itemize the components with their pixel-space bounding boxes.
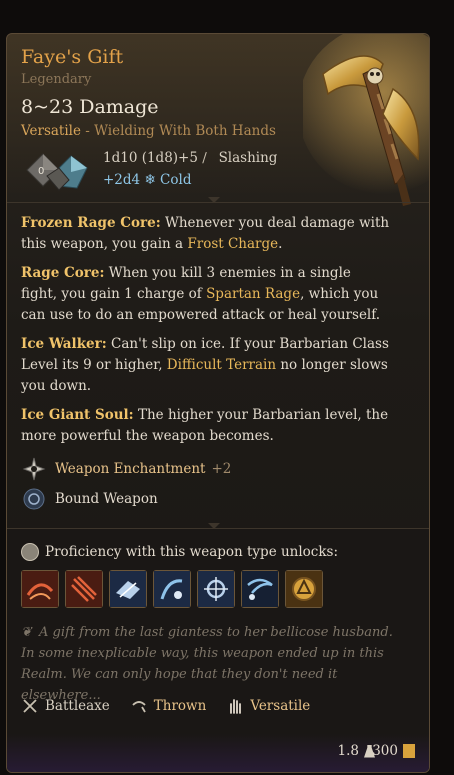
weapon-properties: Battleaxe Thrown Versatile — [21, 697, 310, 715]
versatile-detail: - Wielding With Both Hands — [85, 123, 276, 139]
bound-weapon-icon — [23, 488, 45, 510]
passive-highlight[interactable]: Spartan Rage — [206, 286, 300, 302]
versatile-label: Versatile — [21, 123, 81, 139]
bound-weapon-label: Bound Weapon — [55, 491, 158, 507]
weapon-enchantment-icon — [22, 457, 46, 481]
flavor-text-block: ❦ A gift from the last giantess to her be… — [21, 622, 401, 706]
passive-rage-core: Rage Core: When you kill 3 enemies in a … — [21, 263, 391, 326]
bound-weapon-row[interactable]: Bound Weapon — [21, 486, 158, 512]
cleave-skill-icon[interactable] — [21, 570, 59, 608]
weapon-enchantment-value: +2 — [211, 461, 232, 477]
property-thrown[interactable]: Thrown — [130, 697, 207, 715]
thrown-icon — [132, 701, 146, 713]
primary-damage-dice: 1d10 (1d8)+5 — [103, 150, 198, 166]
rush-attack-skill-icon[interactable] — [109, 570, 147, 608]
passive-title: Rage Core: — [21, 265, 105, 281]
pommel-strike-skill-icon[interactable] — [197, 570, 235, 608]
extra-damage-dice: +2d4 — [103, 172, 141, 188]
proficiency-header: Proficiency with this weapon type unlock… — [21, 543, 338, 561]
passive-frozen-rage-core: Frozen Rage Core: Whenever you deal dama… — [21, 213, 391, 255]
sweep-skill-icon[interactable] — [241, 570, 279, 608]
versatile-line: Versatile - Wielding With Both Hands — [21, 123, 276, 139]
property-label: Thrown — [153, 698, 207, 714]
versatile-hand-icon — [230, 699, 242, 714]
quill-icon: ❦ — [21, 625, 32, 640]
passive-ice-giant-soul: Ice Giant Soul: The higher your Barbaria… — [21, 405, 391, 447]
proficiency-skill-list — [21, 570, 323, 608]
passive-title: Frozen Rage Core: — [21, 215, 161, 231]
dice-icon: 0 — [26, 153, 88, 191]
passive-title: Ice Giant Soul: — [21, 407, 134, 423]
property-label: Versatile — [250, 698, 311, 714]
passive-title: Ice Walker: — [21, 336, 107, 352]
extra-damage-type: Cold — [160, 172, 192, 188]
item-weight: 1.8 — [338, 743, 375, 759]
property-label: Battleaxe — [45, 698, 110, 714]
battleaxe-icon — [23, 699, 37, 713]
passive-ice-walker: Ice Walker: Can't slip on ice. If your B… — [21, 334, 391, 397]
topple-skill-icon[interactable] — [153, 570, 191, 608]
cold-icon: ❄ — [144, 172, 156, 188]
property-versatile[interactable]: Versatile — [226, 697, 310, 715]
passive-text-end: . — [278, 236, 283, 252]
weapon-enchantment-row[interactable]: Weapon Enchantment +2 — [21, 456, 231, 482]
weapon-illustration — [303, 34, 429, 206]
gold-coin-icon — [403, 744, 415, 758]
damage-range: 8~23 Damage — [21, 96, 159, 118]
primary-damage-type: Slashing — [218, 150, 278, 166]
property-battleaxe[interactable]: Battleaxe — [21, 697, 110, 715]
weight-value: 1.8 — [337, 743, 359, 759]
gold-value: 300 — [372, 743, 398, 759]
item-tooltip: Faye's Gift Legendary 8~23 Damage Versat… — [6, 33, 430, 773]
lightbulb-icon — [21, 543, 39, 561]
proficiency-header-text: Proficiency with this weapon type unlock… — [45, 544, 339, 560]
passive-highlight[interactable]: Frost Charge — [187, 236, 278, 252]
slashing-icon: ∕ — [202, 150, 207, 166]
passive-highlight[interactable]: Difficult Terrain — [167, 357, 276, 373]
primary-damage: 1d10 (1d8)+5 ∕ Slashing — [103, 150, 277, 166]
divider-notch — [208, 197, 220, 203]
item-value: 300 — [372, 743, 415, 759]
prepare-skill-icon[interactable] — [285, 570, 323, 608]
item-name: Faye's Gift — [21, 46, 124, 68]
item-rarity: Legendary — [21, 72, 92, 87]
extra-damage: +2d4 ❄ Cold — [103, 172, 191, 188]
flavor-text: A gift from the last giantess to her bel… — [21, 625, 393, 703]
svg-text:0: 0 — [38, 166, 44, 177]
lacerate-skill-icon[interactable] — [65, 570, 103, 608]
weapon-enchantment-label: Weapon Enchantment — [55, 461, 206, 477]
divider-notch — [208, 523, 220, 529]
